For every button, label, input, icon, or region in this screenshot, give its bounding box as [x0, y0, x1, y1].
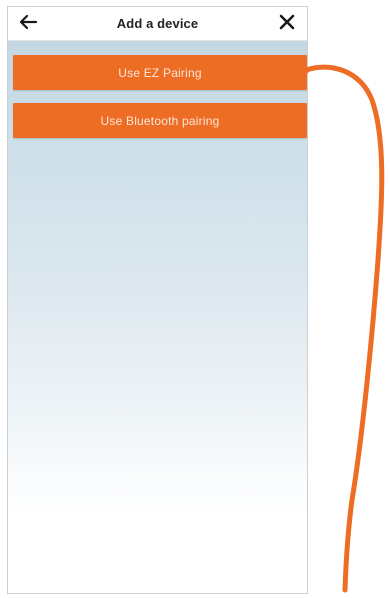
bluetooth-pairing-button[interactable]: Use Bluetooth pairing	[13, 103, 307, 138]
close-button[interactable]	[274, 10, 300, 34]
screenshot-stage: Add a device Use EZ Pairing Use Bluetoot…	[0, 0, 390, 598]
back-button[interactable]	[15, 10, 41, 34]
top-bar: Add a device	[8, 7, 307, 41]
back-arrow-icon	[19, 14, 38, 30]
phone-screen: Add a device Use EZ Pairing Use Bluetoot…	[7, 6, 308, 594]
ez-pairing-button[interactable]: Use EZ Pairing	[13, 55, 307, 90]
page-title: Add a device	[116, 16, 199, 31]
content-area: Use EZ Pairing Use Bluetooth pairing	[8, 41, 307, 593]
close-icon	[279, 14, 295, 30]
callout-line	[303, 64, 385, 593]
